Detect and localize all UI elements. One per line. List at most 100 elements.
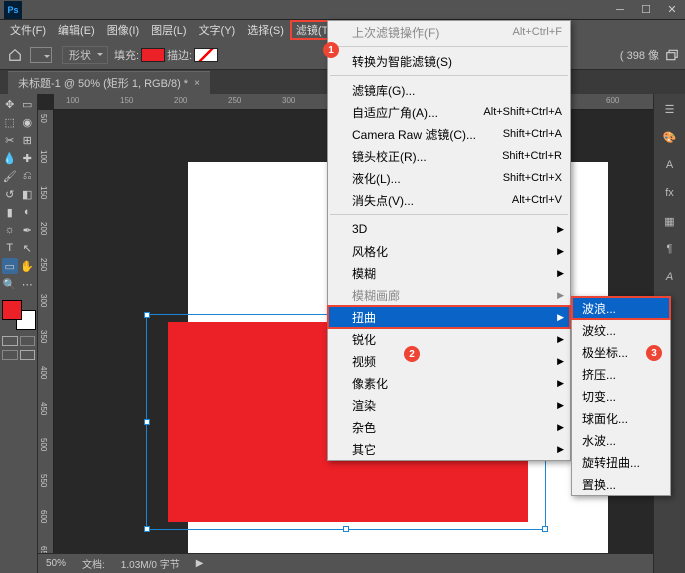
zoom-tool[interactable]: 🔍 [2, 276, 18, 292]
share-icon[interactable] [665, 48, 679, 62]
close-tab-icon[interactable]: × [194, 78, 200, 89]
stroke-label: 描边: [167, 47, 192, 63]
handle-br[interactable] [542, 526, 548, 532]
blur-tool[interactable]: ◐ [20, 204, 36, 220]
handle-bm[interactable] [343, 526, 349, 532]
eraser-tool[interactable]: ◧ [20, 186, 36, 202]
annotation-badge-2: 2 [404, 346, 420, 362]
brush-tool[interactable]: 🖌 [2, 168, 18, 184]
app-logo: Ps [4, 1, 22, 19]
document-tab[interactable]: 未标题-1 @ 50% (矩形 1, RGB/8) * × [8, 71, 210, 94]
distort-submenu: 波浪...波纹...极坐标...挤压...切变...球面化...水波...旋转扭… [571, 296, 671, 496]
handle-bl[interactable] [144, 526, 150, 532]
heal-tool[interactable]: ✚ [20, 150, 36, 166]
handle-ml[interactable] [144, 419, 150, 425]
screenmode-toggle[interactable] [2, 350, 35, 360]
window-controls: ─ ☐ ✕ [607, 1, 685, 19]
menu-item[interactable]: 渲染▶ [328, 394, 570, 416]
menu-item[interactable]: 其它▶ [328, 438, 570, 460]
menu-item[interactable]: 像素化▶ [328, 372, 570, 394]
pen-tool[interactable]: ✒ [20, 222, 36, 238]
submenu-item[interactable]: 水波... [572, 429, 670, 451]
menu-3[interactable]: 图层(L) [145, 20, 192, 40]
color-panel-icon[interactable]: 🎨 [661, 128, 679, 146]
menu-1[interactable]: 编辑(E) [52, 20, 101, 40]
menu-item[interactable]: 扭曲▶ [328, 306, 570, 328]
fill-label: 填充: [114, 47, 139, 63]
submenu-item[interactable]: 旋转扭曲... [572, 451, 670, 473]
status-arrow-icon[interactable]: ▶ [196, 558, 204, 569]
close-button[interactable]: ✕ [659, 1, 685, 19]
swatches-panel-icon[interactable]: ▦ [661, 212, 679, 230]
glyphs-panel-icon[interactable]: A [661, 268, 679, 286]
foreground-swatch[interactable] [2, 300, 22, 320]
menu-item[interactable]: 滤镜库(G)... [328, 79, 570, 101]
tool-preset[interactable] [30, 47, 52, 63]
menu-item[interactable]: 视频▶ [328, 350, 570, 372]
history-panel-icon[interactable]: ☰ [661, 100, 679, 118]
history-brush-tool[interactable]: ↺ [2, 186, 18, 202]
styles-panel-icon[interactable]: fx [661, 184, 679, 202]
annotation-badge-1: 1 [323, 42, 339, 58]
gradient-tool[interactable]: ▮ [2, 204, 18, 220]
menu-item[interactable]: 模糊▶ [328, 262, 570, 284]
paragraph-panel-icon[interactable]: ¶ [661, 240, 679, 258]
doc-label: 文档: [82, 556, 105, 571]
menu-5[interactable]: 选择(S) [241, 20, 290, 40]
crop-tool[interactable]: ✂ [2, 132, 18, 148]
maximize-button[interactable]: ☐ [633, 1, 659, 19]
menu-2[interactable]: 图像(I) [101, 20, 145, 40]
rectangle-tool[interactable]: ▭ [2, 258, 18, 274]
menu-item[interactable]: Camera Raw 滤镜(C)...Shift+Ctrl+A [328, 123, 570, 145]
menu-item[interactable]: 液化(L)...Shift+Ctrl+X [328, 167, 570, 189]
type-readout: ( 398 像 [620, 47, 679, 63]
handle-tl[interactable] [144, 312, 150, 318]
marquee-tool[interactable]: ⬚ [2, 114, 18, 130]
submenu-item[interactable]: 挤压... [572, 363, 670, 385]
home-icon[interactable] [6, 46, 24, 64]
menu-4[interactable]: 文字(Y) [193, 20, 242, 40]
stroke-swatch[interactable] [194, 48, 218, 62]
doc-size: 1.03M/0 字节 [121, 556, 180, 571]
menu-item[interactable]: 消失点(V)...Alt+Ctrl+V [328, 189, 570, 211]
menu-item[interactable]: 3D▶ [328, 218, 570, 240]
lasso-tool[interactable]: ◉ [20, 114, 36, 130]
artboard-tool[interactable]: ▭ [20, 96, 36, 112]
menu-item[interactable]: 杂色▶ [328, 416, 570, 438]
minimize-button[interactable]: ─ [607, 1, 633, 19]
path-tool[interactable]: ↖ [20, 240, 36, 256]
type-value: ( 398 像 [620, 47, 659, 63]
status-bar: 50% 文档: 1.03M/0 字节 ▶ [38, 553, 653, 573]
frame-tool[interactable]: ⊞ [20, 132, 36, 148]
submenu-item[interactable]: 切变... [572, 385, 670, 407]
color-swatches[interactable] [2, 300, 36, 330]
left-toolbar: ✥▭ ⬚◉ ✂⊞ 💧✚ 🖌⎌ ↺◧ ▮◐ ☼✒ T↖ ▭✋ 🔍⋯ [0, 94, 38, 573]
hand-tool[interactable]: ✋ [20, 258, 36, 274]
move-tool[interactable]: ✥ [2, 96, 18, 112]
clone-tool[interactable]: ⎌ [20, 168, 36, 184]
menu-item[interactable]: 锐化▶ [328, 328, 570, 350]
filter-menu: 上次滤镜操作(F)Alt+Ctrl+F 转换为智能滤镜(S) 滤镜库(G)...自适… [327, 20, 571, 461]
quickmask-toggle[interactable] [2, 336, 35, 346]
vertical-ruler: 50100150200250300350400450500550600650 [38, 110, 54, 553]
eyedropper-tool[interactable]: 💧 [2, 150, 18, 166]
type-tool[interactable]: T [2, 240, 18, 256]
shape-mode-select[interactable]: 形状 [62, 46, 108, 64]
zoom-level[interactable]: 50% [46, 558, 66, 569]
menu-0[interactable]: 文件(F) [4, 20, 52, 40]
menu-item: 模糊画廊▶ [328, 284, 570, 306]
title-bar: Ps ─ ☐ ✕ [0, 0, 685, 20]
fill-swatch[interactable] [141, 48, 165, 62]
submenu-item[interactable]: 球面化... [572, 407, 670, 429]
menu-item[interactable]: 自适应广角(A)...Alt+Shift+Ctrl+A [328, 101, 570, 123]
submenu-item[interactable]: 置换... [572, 473, 670, 495]
submenu-item[interactable]: 波浪... [572, 297, 670, 319]
menu-item: 上次滤镜操作(F)Alt+Ctrl+F [328, 21, 570, 43]
menu-item[interactable]: 转换为智能滤镜(S) [328, 50, 570, 72]
menu-item[interactable]: 风格化▶ [328, 240, 570, 262]
menu-item[interactable]: 镜头校正(R)...Shift+Ctrl+R [328, 145, 570, 167]
submenu-item[interactable]: 波纹... [572, 319, 670, 341]
edit-toolbar[interactable]: ⋯ [20, 276, 36, 292]
dodge-tool[interactable]: ☼ [2, 222, 18, 238]
character-panel-icon[interactable]: A [661, 156, 679, 174]
